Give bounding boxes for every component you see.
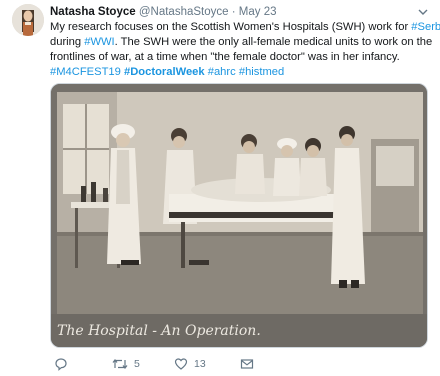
author-handle[interactable]: @NatashaStoyce: [139, 6, 229, 18]
reply-button[interactable]: [54, 356, 74, 372]
retweet-icon: [112, 359, 128, 369]
hashtag-serbia[interactable]: #Serbia: [411, 21, 440, 33]
like-count: 13: [194, 358, 206, 370]
tweet-date[interactable]: May 23: [239, 6, 277, 18]
heart-icon: [174, 358, 188, 370]
tweet-text-part: My research focuses on the Scottish Wome…: [50, 21, 412, 33]
chevron-down-icon[interactable]: [418, 8, 428, 16]
message-button[interactable]: [240, 356, 254, 372]
avatar[interactable]: [12, 4, 44, 36]
tweet-line-4: #M4CFEST19 #DoctoralWeek #ahrc #histmed: [50, 65, 428, 80]
tweet-text-part: . The SWH were the only all-female medic…: [114, 36, 433, 48]
header-separator: ·: [231, 6, 236, 18]
tweet-header: Natasha Stoyce @NatashaStoyce · May 23: [50, 5, 428, 20]
author-name[interactable]: Natasha Stoyce: [50, 6, 136, 18]
hashtag-wwi[interactable]: #WWI: [84, 36, 114, 48]
like-button[interactable]: 13: [174, 356, 206, 372]
tweet-actions: 5 13: [50, 356, 428, 372]
hashtag-doctoralweek[interactable]: #DoctoralWeek: [124, 66, 205, 78]
reply-icon: [55, 358, 67, 371]
envelope-icon: [240, 359, 254, 369]
tweet-line-3: frontlines of war, at a time when "the f…: [50, 51, 400, 63]
tweet: Natasha Stoyce @NatashaStoyce · May 23 M…: [0, 0, 440, 376]
tweet-photo[interactable]: The Hospital - An Operation.: [50, 83, 428, 348]
tweet-text-part: during: [50, 36, 85, 48]
retweet-count: 5: [134, 358, 140, 370]
hashtag-histmed[interactable]: #histmed: [239, 66, 284, 78]
tweet-text: My research focuses on the Scottish Wome…: [50, 20, 440, 80]
tweet-line-2: during #WWI. The SWH were the only all-f…: [50, 35, 432, 50]
retweet-button[interactable]: 5: [112, 356, 140, 372]
tweet-line-1: My research focuses on the Scottish Wome…: [50, 20, 440, 35]
avatar-image: [12, 4, 44, 36]
historic-operation-photo: The Hospital - An Operation.: [51, 84, 427, 347]
hashtag-ahrc[interactable]: #ahrc: [208, 66, 236, 78]
hashtag-m4cfest19[interactable]: #M4CFEST19: [50, 66, 121, 78]
photo-caption: The Hospital - An Operation.: [57, 323, 261, 339]
